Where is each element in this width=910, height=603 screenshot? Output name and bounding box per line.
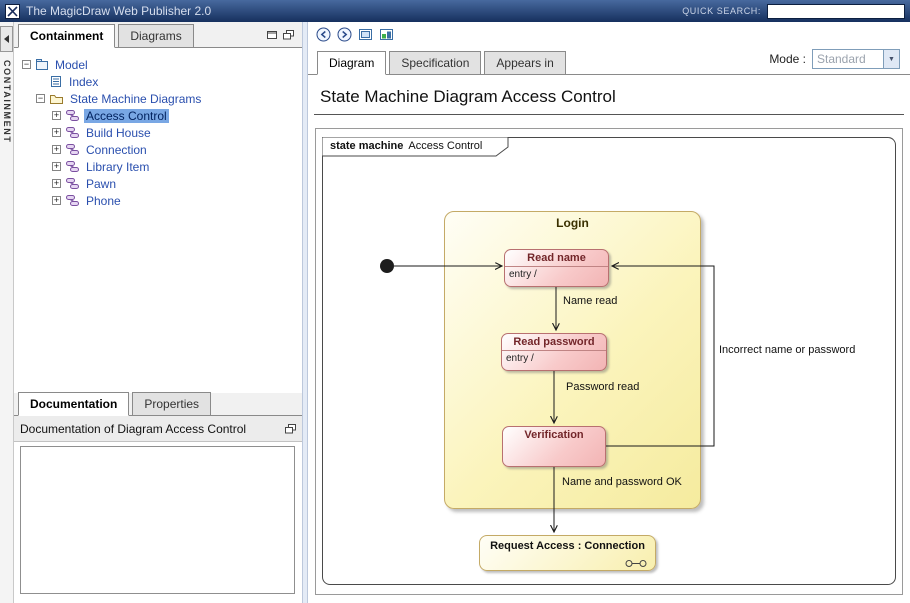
tree-row: + Connection bbox=[18, 141, 298, 158]
transition-label-name-read: Name read bbox=[563, 295, 617, 307]
frame-label: state machine Access Control bbox=[330, 140, 482, 152]
tree-item-state-machine-diagrams[interactable]: State Machine Diagrams bbox=[68, 92, 203, 106]
tree-item-library-item[interactable]: Library Item bbox=[84, 160, 151, 174]
expander-plus-icon[interactable]: + bbox=[52, 111, 61, 120]
diagram-canvas: state machine Access Control Login Read n… bbox=[315, 128, 903, 595]
tab-properties[interactable]: Properties bbox=[132, 392, 211, 415]
main-tabbar: Diagram Specification Appears in Mode : … bbox=[308, 47, 910, 75]
mode-label: Mode : bbox=[769, 52, 806, 66]
mode-dropdown[interactable]: Standard ▼ bbox=[812, 49, 900, 69]
frame-keyword: state machine bbox=[330, 140, 403, 152]
tree-item-model[interactable]: Model bbox=[53, 58, 90, 72]
state-title: Read password bbox=[502, 334, 606, 350]
state-machine-diagram-icon bbox=[65, 109, 80, 122]
app-title: The MagicDraw Web Publisher 2.0 bbox=[26, 4, 211, 18]
float-panel-icon[interactable] bbox=[285, 424, 296, 434]
state-login-title: Login bbox=[445, 212, 700, 230]
float-panel-icon[interactable] bbox=[283, 30, 294, 40]
index-icon bbox=[49, 75, 63, 88]
titlebar: The MagicDraw Web Publisher 2.0 QUICK SE… bbox=[0, 0, 910, 22]
state-read-password[interactable]: Read password entry / bbox=[501, 333, 607, 371]
dock-label: CONTAINMENT bbox=[0, 60, 12, 190]
tree-row: Index bbox=[18, 73, 298, 90]
tree-row: − Model bbox=[18, 56, 298, 73]
dock-strip: CONTAINMENT bbox=[0, 22, 14, 603]
expander-minus-icon[interactable]: − bbox=[22, 60, 31, 69]
tab-documentation[interactable]: Documentation bbox=[18, 392, 129, 416]
sidebar-tabbar: Containment Diagrams bbox=[14, 22, 302, 48]
state-request-access[interactable]: Request Access : Connection bbox=[479, 535, 656, 571]
doc-header: Documentation of Diagram Access Control bbox=[14, 416, 302, 442]
state-read-name[interactable]: Read name entry / bbox=[504, 249, 609, 287]
initial-pseudostate[interactable] bbox=[380, 259, 394, 273]
tree-row: + Access Control bbox=[18, 107, 298, 124]
state-title: Verification bbox=[503, 427, 605, 443]
model-icon bbox=[35, 58, 49, 71]
tree-item-build-house[interactable]: Build House bbox=[84, 126, 153, 140]
tree-item-phone[interactable]: Phone bbox=[84, 194, 123, 208]
expander-plus-icon[interactable]: + bbox=[52, 162, 61, 171]
expander-plus-icon[interactable]: + bbox=[52, 196, 61, 205]
fit-to-window-button[interactable] bbox=[356, 25, 374, 43]
doc-header-text: Documentation of Diagram Access Control bbox=[20, 422, 246, 436]
state-machine-diagram-icon bbox=[65, 177, 80, 190]
quick-search-input[interactable] bbox=[767, 4, 905, 19]
chevron-down-icon: ▼ bbox=[883, 50, 899, 68]
tree-item-connection[interactable]: Connection bbox=[84, 143, 149, 157]
transition-label-password-read: Password read bbox=[566, 381, 639, 393]
state-title: Read name bbox=[505, 250, 608, 266]
tree-row: + Library Item bbox=[18, 158, 298, 175]
tree-row: + Pawn bbox=[18, 175, 298, 192]
expander-plus-icon[interactable]: + bbox=[52, 145, 61, 154]
transition-label-incorrect: Incorrect name or password bbox=[719, 344, 855, 356]
doc-tabbar: Documentation Properties bbox=[14, 393, 302, 416]
forward-button[interactable] bbox=[335, 25, 353, 43]
tree-item-index[interactable]: Index bbox=[67, 75, 100, 89]
page-title: State Machine Diagram Access Control bbox=[314, 82, 904, 112]
state-machine-diagram-icon bbox=[65, 160, 80, 173]
collapse-left-icon bbox=[4, 35, 9, 43]
tree-row: + Phone bbox=[18, 192, 298, 209]
expander-plus-icon[interactable]: + bbox=[52, 179, 61, 188]
page-title-wrap: State Machine Diagram Access Control bbox=[314, 82, 904, 115]
state-verification[interactable]: Verification bbox=[502, 426, 606, 467]
transition-label-ok: Name and password OK bbox=[562, 476, 682, 488]
tab-specification[interactable]: Specification bbox=[389, 51, 481, 74]
back-button[interactable] bbox=[314, 25, 332, 43]
tree-item-access-control[interactable]: Access Control bbox=[84, 109, 169, 123]
diagram-toolbar bbox=[314, 25, 395, 43]
expander-plus-icon[interactable]: + bbox=[52, 128, 61, 137]
tab-diagrams[interactable]: Diagrams bbox=[118, 24, 193, 47]
tree-row: − State Machine Diagrams bbox=[18, 90, 298, 107]
tab-appears-in[interactable]: Appears in bbox=[484, 51, 565, 74]
collapse-sidebar-button[interactable] bbox=[0, 26, 13, 52]
mode-value: Standard bbox=[813, 52, 883, 66]
state-entry-activity: entry / bbox=[502, 351, 606, 364]
documentation-panel: Documentation Properties Documentation o… bbox=[14, 393, 302, 603]
folder-icon bbox=[49, 92, 64, 105]
state-title: Request Access : Connection bbox=[480, 536, 655, 552]
minimize-panel-icon[interactable] bbox=[267, 30, 278, 40]
state-machine-diagram-icon bbox=[65, 143, 80, 156]
magicdraw-logo-icon bbox=[5, 4, 20, 19]
tab-diagram[interactable]: Diagram bbox=[317, 51, 386, 75]
state-entry-activity: entry / bbox=[505, 267, 608, 280]
sidebar: Containment Diagrams − Model Index bbox=[14, 22, 302, 603]
tree-row: + Build House bbox=[18, 124, 298, 141]
containment-tree: − Model Index − State Machine Diagrams + bbox=[14, 48, 302, 393]
submachine-icon bbox=[625, 559, 647, 568]
tab-containment[interactable]: Containment bbox=[18, 24, 115, 48]
expander-minus-icon[interactable]: − bbox=[36, 94, 45, 103]
tree-item-pawn[interactable]: Pawn bbox=[84, 177, 118, 191]
doc-content bbox=[20, 446, 295, 594]
frame-name: Access Control bbox=[408, 140, 482, 152]
view-as-image-button[interactable] bbox=[377, 25, 395, 43]
state-machine-diagram-icon bbox=[65, 126, 80, 139]
main-area: Diagram Specification Appears in Mode : … bbox=[308, 22, 910, 603]
quick-search-label: QUICK SEARCH: bbox=[682, 6, 761, 16]
state-machine-diagram-icon bbox=[65, 194, 80, 207]
